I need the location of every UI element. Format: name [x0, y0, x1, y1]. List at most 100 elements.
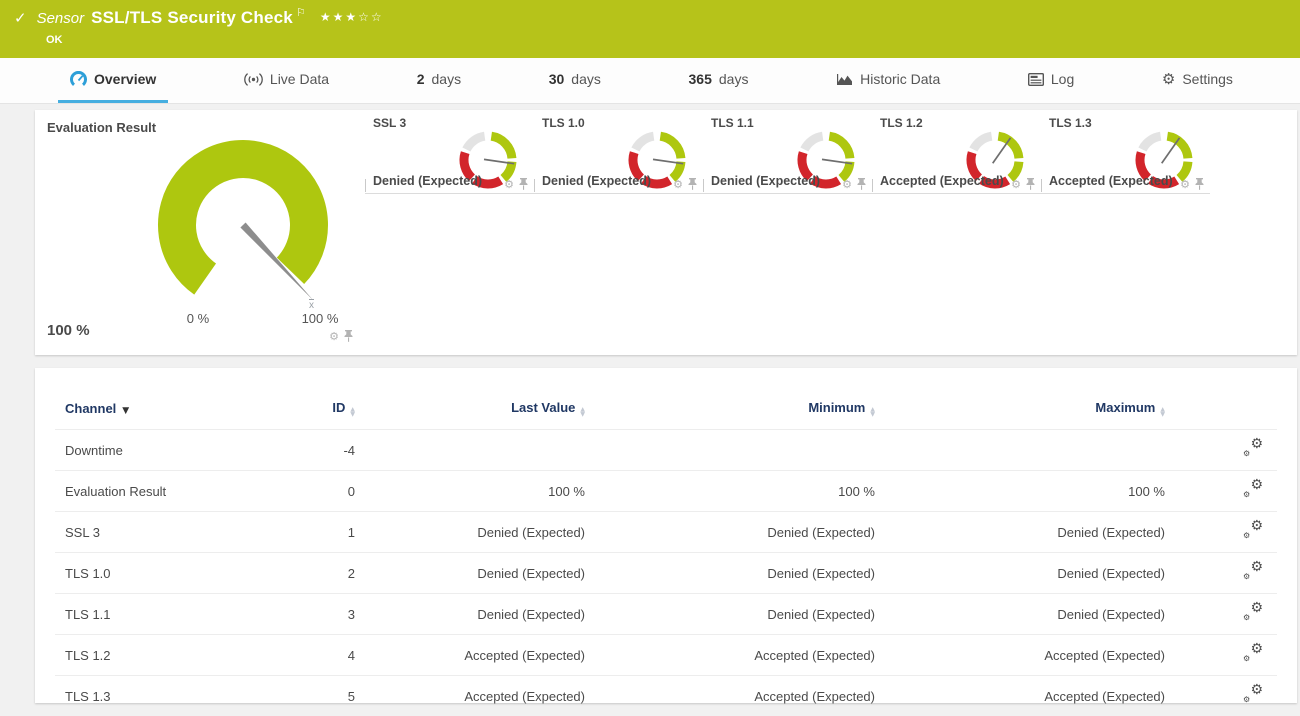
channel-minimum: Accepted (Expected): [585, 676, 875, 716]
table-row[interactable]: TLS 1.3 5 Accepted (Expected) Accepted (…: [55, 676, 1277, 716]
table-row[interactable]: TLS 1.1 3 Denied (Expected) Denied (Expe…: [55, 594, 1277, 635]
channel-name[interactable]: TLS 1.0: [55, 553, 295, 594]
sort-icon: ▲▼: [870, 407, 875, 417]
channel-id: 2: [295, 553, 355, 594]
gear-icon[interactable]: ⚙: [1180, 179, 1190, 190]
channel-settings-gears-icon[interactable]: ⚙⚙: [1243, 481, 1263, 498]
col-header-maximum[interactable]: Maximum▲▼: [875, 384, 1165, 430]
col-header-channel[interactable]: Channel▼: [55, 384, 295, 430]
gauge-scale-max: 100 %: [290, 311, 350, 326]
tab-2-days[interactable]: 2 days: [405, 58, 473, 103]
channel-settings-gears-icon[interactable]: ⚙⚙: [1243, 522, 1263, 539]
tab-label: Live Data: [270, 71, 329, 87]
gauge-icon: [70, 71, 87, 88]
channel-status-value: Accepted (Expected): [880, 174, 1004, 188]
channel-id: 1: [295, 512, 355, 553]
channel-maximum: Denied (Expected): [875, 594, 1165, 635]
channel-minimum: Denied (Expected): [585, 553, 875, 594]
channel-name[interactable]: TLS 1.3: [55, 676, 295, 716]
pin-icon[interactable]: [344, 330, 353, 342]
gear-icon[interactable]: ⚙: [1011, 179, 1021, 190]
tab-label: Historic Data: [860, 71, 940, 87]
mean-marker: x: [309, 300, 314, 311]
tab-log[interactable]: Log: [1016, 58, 1086, 103]
tab-label: days: [432, 71, 462, 87]
channel-settings-gears-icon[interactable]: ⚙⚙: [1243, 440, 1263, 457]
channel-last-value: [355, 430, 585, 471]
gear-icon[interactable]: ⚙: [673, 179, 683, 190]
caret-down-icon: ▼: [122, 406, 129, 416]
pin-icon[interactable]: [1195, 178, 1204, 190]
pin-icon[interactable]: [857, 178, 866, 190]
channels-table-body: Downtime -4 ⚙⚙ Evaluation Result 0 100 %…: [55, 430, 1277, 716]
table-row[interactable]: TLS 1.0 2 Denied (Expected) Denied (Expe…: [55, 553, 1277, 594]
col-header-last-value[interactable]: Last Value▲▼: [355, 384, 585, 430]
pin-icon[interactable]: [1026, 178, 1035, 190]
tab-365-days[interactable]: 365 days: [677, 58, 761, 103]
channel-gauge-tile[interactable]: TLS 1.2 Accepted (Expected) ⚙: [872, 110, 1041, 194]
channel-maximum: [875, 430, 1165, 471]
tab-label: days: [571, 71, 601, 87]
channel-last-value: 100 %: [355, 471, 585, 512]
pin-icon[interactable]: [688, 178, 697, 190]
channel-gauge-tile[interactable]: TLS 1.1Denied (Expected)⚙: [703, 110, 872, 194]
channels-table: Channel▼ ID▲▼ Last Value▲▼ Minimum▲▼ Max…: [55, 384, 1277, 716]
status-ok-check-icon: ✓: [14, 9, 27, 27]
tab-live-data[interactable]: Live Data: [232, 58, 341, 103]
channel-minimum: Denied (Expected): [585, 512, 875, 553]
channel-gauge-tile[interactable]: TLS 1.3Accepted (Expected)⚙: [1041, 110, 1210, 194]
gauge-title: TLS 1.0: [542, 116, 585, 130]
tab-historic-data[interactable]: Historic Data: [824, 58, 952, 103]
channel-status-value: Accepted (Expected): [1049, 174, 1173, 188]
channel-last-value: Denied (Expected): [355, 553, 585, 594]
overview-panel: Evaluation Result x 0 % 100 % 100 % ⚙ SS…: [35, 110, 1297, 355]
tab-overview[interactable]: Overview: [58, 58, 168, 103]
tab-label: Settings: [1182, 71, 1233, 87]
channel-name[interactable]: Evaluation Result: [55, 471, 295, 512]
sensor-type-label: Sensor: [37, 10, 85, 27]
gauge-title: TLS 1.2: [880, 116, 923, 130]
col-header-actions: [1165, 384, 1277, 430]
channel-gauge-tile[interactable]: TLS 1.0Denied (Expected)⚙: [534, 110, 703, 194]
gauge-title: TLS 1.1: [711, 116, 754, 130]
channel-id: 3: [295, 594, 355, 635]
col-header-minimum[interactable]: Minimum▲▼: [585, 384, 875, 430]
gear-icon[interactable]: ⚙: [504, 179, 514, 190]
channel-settings-gears-icon[interactable]: ⚙⚙: [1243, 563, 1263, 580]
table-row[interactable]: TLS 1.2 4 Accepted (Expected) Accepted (…: [55, 635, 1277, 676]
tab-bar: Overview Live Data 2 days 30 days 365 da…: [0, 58, 1300, 104]
channel-maximum: Accepted (Expected): [875, 676, 1165, 716]
channel-status-value: Denied (Expected): [373, 174, 482, 188]
channel-last-value: Accepted (Expected): [355, 635, 585, 676]
channel-name[interactable]: TLS 1.2: [55, 635, 295, 676]
channel-settings-gears-icon[interactable]: ⚙⚙: [1243, 645, 1263, 662]
tab-number: 2: [417, 71, 425, 87]
evaluation-result-gauge-tile[interactable]: Evaluation Result x 0 % 100 % 100 % ⚙: [35, 110, 365, 355]
priority-stars[interactable]: ★★★☆☆: [320, 10, 384, 24]
channel-settings-gears-icon[interactable]: ⚙⚙: [1243, 604, 1263, 621]
area-chart-icon: [836, 72, 853, 86]
channel-name[interactable]: Downtime: [55, 430, 295, 471]
channel-minimum: [585, 430, 875, 471]
channel-maximum: Denied (Expected): [875, 553, 1165, 594]
table-row[interactable]: SSL 3 1 Denied (Expected) Denied (Expect…: [55, 512, 1277, 553]
table-row[interactable]: Evaluation Result 0 100 % 100 % 100 % ⚙⚙: [55, 471, 1277, 512]
tab-number: 30: [549, 71, 565, 87]
gear-icon[interactable]: ⚙: [329, 331, 339, 342]
table-row[interactable]: Downtime -4 ⚙⚙: [55, 430, 1277, 471]
pin-icon[interactable]: [519, 178, 528, 190]
channel-gauge-tile[interactable]: SSL 3 Denied (Expected) ⚙: [365, 110, 534, 194]
gauge-title: SSL 3: [373, 116, 406, 130]
channel-last-value: Accepted (Expected): [355, 676, 585, 716]
sensor-header: ✓ Sensor SSL/TLS Security Check ⚐ ★★★☆☆ …: [0, 0, 1300, 58]
tab-30-days[interactable]: 30 days: [537, 58, 613, 103]
tab-settings[interactable]: ⚙ Settings: [1150, 58, 1245, 103]
gauge-value: 100 %: [47, 322, 90, 339]
flag-icon[interactable]: ⚐: [296, 6, 306, 19]
gear-icon[interactable]: ⚙: [842, 179, 852, 190]
channel-name[interactable]: SSL 3: [55, 512, 295, 553]
sensor-title: SSL/TLS Security Check: [91, 8, 293, 28]
col-header-id[interactable]: ID▲▼: [295, 384, 355, 430]
channel-name[interactable]: TLS 1.1: [55, 594, 295, 635]
channel-settings-gears-icon[interactable]: ⚙⚙: [1243, 686, 1263, 703]
